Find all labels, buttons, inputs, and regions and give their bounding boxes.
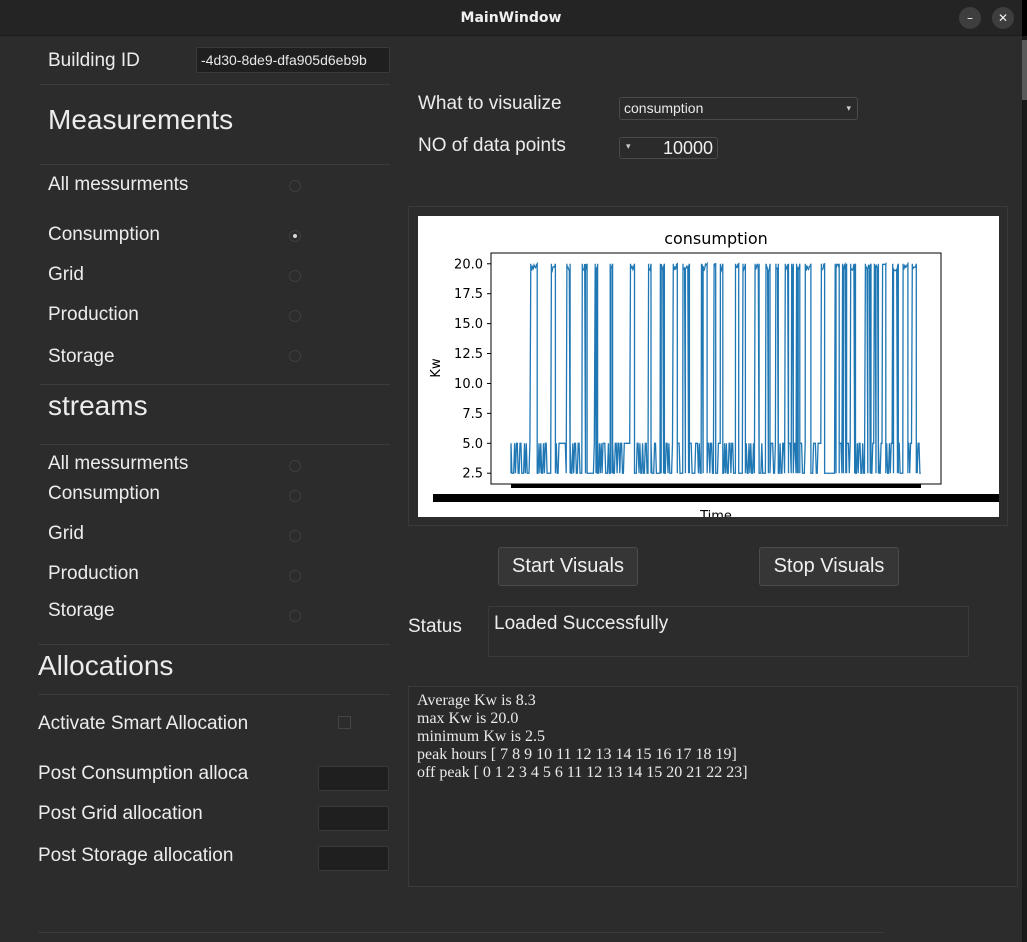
scrollbar-thumb[interactable] bbox=[1022, 40, 1027, 100]
post-storage-label: Post Storage allocation bbox=[38, 845, 234, 866]
data-points-value: 10000 bbox=[662, 138, 713, 158]
chart-y-axis: 2.5 5.0 7.5 10.0 12.5 15.0 17.5 20.0 bbox=[454, 257, 491, 482]
measurement-radio-consumption[interactable] bbox=[289, 230, 301, 242]
data-points-label: NO of data points bbox=[418, 135, 566, 156]
chart-y-tick-label: 15.0 bbox=[454, 317, 483, 332]
chart-y-tick-label: 20.0 bbox=[454, 257, 483, 272]
stats-lines: Average Kw is 8.3 max Kw is 20.0 minimum… bbox=[417, 692, 748, 782]
chevron-down-icon: ▾ bbox=[626, 141, 631, 151]
post-grid-field[interactable] bbox=[318, 806, 389, 831]
allocations-heading: Allocations bbox=[38, 650, 174, 681]
divider bbox=[40, 164, 390, 165]
divider bbox=[38, 694, 390, 695]
chart-title: consumption bbox=[664, 229, 768, 248]
divider bbox=[40, 84, 390, 85]
measurement-label-consumption: Consumption bbox=[48, 224, 160, 245]
visualize-combo[interactable]: consumption ▾ bbox=[619, 97, 858, 120]
building-id-field[interactable]: -4d30-8de9-dfa905d6eb9b bbox=[196, 47, 390, 73]
chart-y-tick-label: 5.0 bbox=[462, 437, 483, 452]
window-title: MainWindow bbox=[460, 10, 562, 26]
status-value: Loaded Successfully bbox=[494, 613, 669, 634]
smart-allocation-label: Activate Smart Allocation bbox=[38, 713, 249, 734]
chart-y-label: Kw bbox=[429, 358, 444, 378]
stats-line-peak-hours: peak hours [ 7 8 9 10 11 12 13 14 15 16 … bbox=[417, 746, 737, 763]
measurements-heading: Measurements bbox=[48, 104, 234, 135]
divider bbox=[38, 644, 390, 645]
stream-label-production: Production bbox=[48, 563, 139, 584]
stream-radio-production[interactable] bbox=[289, 570, 301, 582]
data-points-spinbox[interactable]: ▾ 10000 bbox=[619, 137, 718, 159]
stream-radio-consumption[interactable] bbox=[289, 490, 301, 502]
stream-label-all: All messurments bbox=[48, 453, 189, 474]
stats-line-off-peak: off peak [ 0 1 2 3 4 5 6 11 12 13 14 15 … bbox=[417, 764, 748, 781]
measurement-radio-all[interactable] bbox=[289, 180, 301, 192]
bottom-edge bbox=[38, 932, 883, 942]
building-id-value: -4d30-8de9-dfa905d6eb9b bbox=[201, 52, 367, 68]
post-consumption-field[interactable] bbox=[318, 766, 389, 791]
stream-radio-grid[interactable] bbox=[289, 530, 301, 542]
streams-heading: streams bbox=[48, 390, 148, 421]
building-id-label: Building ID bbox=[48, 50, 140, 71]
post-grid-label: Post Grid allocation bbox=[38, 803, 203, 824]
divider bbox=[40, 444, 390, 445]
visualize-combo-value: consumption bbox=[624, 100, 704, 116]
stream-label-consumption: Consumption bbox=[48, 483, 160, 504]
chart-y-tick-label: 7.5 bbox=[462, 407, 483, 422]
close-icon[interactable]: ✕ bbox=[992, 7, 1014, 29]
stats-line-max: max Kw is 20.0 bbox=[417, 710, 519, 727]
stop-visuals-button[interactable]: Stop Visuals bbox=[759, 547, 899, 586]
post-storage-field[interactable] bbox=[318, 846, 389, 871]
status-box: Loaded Successfully bbox=[488, 606, 969, 657]
measurement-label-all: All messurments bbox=[48, 174, 189, 195]
chart-y-tick-label: 2.5 bbox=[462, 467, 483, 482]
chart-y-tick-label: 17.5 bbox=[454, 287, 483, 302]
chart-y-tick-label: 10.0 bbox=[454, 377, 483, 392]
measurement-label-production: Production bbox=[48, 304, 139, 325]
measurement-label-storage: Storage bbox=[48, 346, 115, 367]
stats-line-min: minimum Kw is 2.5 bbox=[417, 728, 546, 745]
scrollbar-track bbox=[1022, 36, 1027, 942]
measurement-radio-production[interactable] bbox=[289, 310, 301, 322]
minimize-icon[interactable]: – bbox=[959, 7, 981, 29]
stream-radio-storage[interactable] bbox=[289, 610, 301, 622]
chevron-down-icon: ▾ bbox=[846, 103, 851, 113]
chart-canvas: consumption 2.5 5.0 7.5 10.0 12.5 15.0 17.5 20.… bbox=[418, 216, 999, 517]
chart-x-ticks bbox=[511, 484, 921, 488]
status-label: Status bbox=[408, 616, 462, 637]
chart-series-line bbox=[510, 261, 921, 474]
chart-x-label: Time bbox=[699, 509, 732, 517]
divider bbox=[40, 384, 390, 385]
stats-line-average: Average Kw is 8.3 bbox=[417, 692, 536, 709]
chart-series bbox=[510, 261, 921, 488]
stream-label-grid: Grid bbox=[48, 523, 84, 544]
main-window: MainWindow – ✕ Building ID -4d30-8de9-df… bbox=[0, 0, 1022, 942]
consumption-chart: consumption 2.5 5.0 7.5 10.0 12.5 15.0 17.5 20.… bbox=[429, 229, 999, 517]
post-consumption-label: Post Consumption alloca bbox=[38, 763, 249, 784]
stream-radio-all[interactable] bbox=[289, 460, 301, 472]
visualize-label: What to visualize bbox=[418, 93, 562, 114]
measurement-radio-grid[interactable] bbox=[289, 270, 301, 282]
title-bar: MainWindow – ✕ bbox=[0, 0, 1022, 36]
start-visuals-button[interactable]: Start Visuals bbox=[498, 547, 638, 586]
stream-label-storage: Storage bbox=[48, 600, 115, 621]
stats-text-area[interactable]: Average Kw is 8.3 max Kw is 20.0 minimum… bbox=[408, 686, 1018, 887]
chart-y-tick-label: 12.5 bbox=[454, 347, 483, 362]
measurement-radio-storage[interactable] bbox=[289, 350, 301, 362]
chart-x-tick-labels bbox=[433, 494, 999, 502]
smart-allocation-checkbox[interactable] bbox=[338, 716, 351, 729]
measurement-label-grid: Grid bbox=[48, 264, 84, 285]
